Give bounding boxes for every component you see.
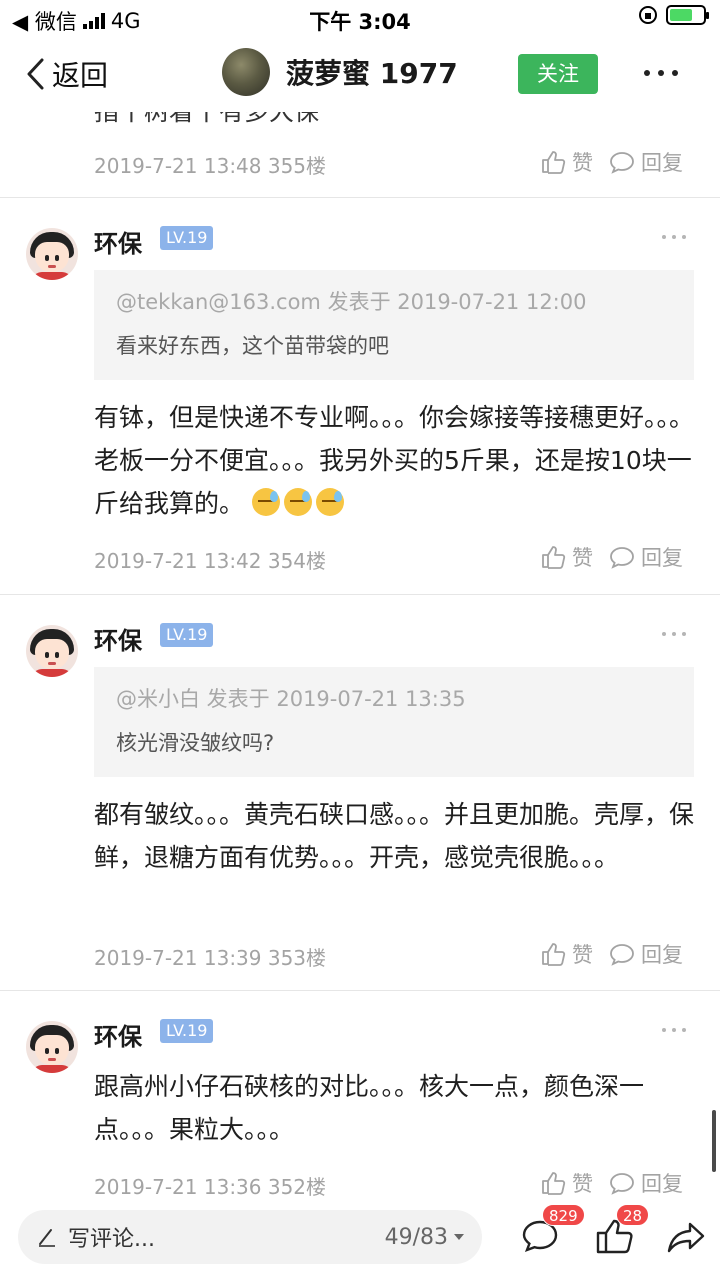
- username[interactable]: 环保: [94, 224, 142, 259]
- reply-feed[interactable]: 指干树着干有多大保 2019-7-21 13:48 355楼 赞 回复 环保 L…: [0, 112, 720, 1210]
- level-badge: LV.19: [160, 226, 214, 250]
- more-dots-icon[interactable]: [662, 632, 686, 638]
- reply-post: 2019-7-21 13:48 355楼 赞 回复: [0, 112, 720, 198]
- comment-count-badge: 829: [542, 1204, 585, 1226]
- post-meta: 2019-7-21 13:42 354楼: [94, 549, 327, 573]
- post-meta: 2019-7-21 13:48 355楼: [94, 154, 327, 178]
- author-header[interactable]: 菠萝蜜 1977: [222, 48, 458, 96]
- quoted-reply[interactable]: @米小白 发表于 2019-07-21 13:35 核光滑没皱纹吗?: [94, 667, 694, 777]
- post-text: 跟高州小仔石硖核的对比。。。核大一点，颜色深一点。。。果粒大。。。: [94, 1072, 645, 1144]
- reply-post: 环保 LV.19 跟高州小仔石硖核的对比。。。核大一点，颜色深一点。。。果粒大。…: [0, 991, 720, 1210]
- thumb-up-icon: [542, 546, 566, 569]
- comment-bubble-icon: [610, 547, 634, 569]
- reply-label: 回复: [641, 943, 683, 967]
- avatar[interactable]: [26, 228, 78, 280]
- quote-header: @米小白 发表于 2019-07-21 13:35: [116, 687, 466, 711]
- thumb-up-icon: [542, 1172, 566, 1195]
- status-bar: ◀ 微信 4G 下午 3:04: [0, 0, 720, 36]
- more-dots-icon[interactable]: [662, 235, 686, 241]
- quote-header: @tekkan@163.com 发表于 2019-07-21 12:00: [116, 290, 587, 314]
- more-dots-icon[interactable]: [644, 58, 678, 88]
- reply-button[interactable]: 回复: [609, 147, 683, 177]
- level-badge: LV.19: [160, 623, 214, 647]
- comment-input[interactable]: 写评论... 49/83: [18, 1210, 482, 1264]
- reply-button[interactable]: 回复: [609, 939, 683, 969]
- bottom-bar: 写评论... 49/83 829 28: [0, 1204, 720, 1280]
- comment-bubble-icon: [610, 944, 634, 966]
- thumb-up-icon: [542, 943, 566, 966]
- like-post-button[interactable]: 28: [594, 1204, 650, 1256]
- back-chevron-icon: [27, 58, 44, 90]
- post-content: 跟高州小仔石硖核的对比。。。核大一点，颜色深一点。。。果粒大。。。: [94, 1065, 694, 1151]
- level-badge: LV.19: [160, 1019, 214, 1043]
- post-actions: 赞 回复: [540, 1168, 683, 1198]
- reply-label: 回复: [641, 546, 683, 570]
- like-button[interactable]: 赞: [540, 147, 593, 177]
- username[interactable]: 环保: [94, 1017, 142, 1052]
- reply-button[interactable]: 回复: [609, 1168, 683, 1198]
- share-button[interactable]: [666, 1216, 706, 1256]
- like-button[interactable]: 赞: [540, 1168, 593, 1198]
- comments-button[interactable]: 829: [520, 1204, 585, 1256]
- back-button[interactable]: 返回: [24, 54, 108, 94]
- like-label: 赞: [572, 943, 593, 967]
- reply-label: 回复: [641, 1172, 683, 1196]
- sweat-emoji-icon: [251, 488, 280, 516]
- follow-button[interactable]: 关注: [518, 54, 598, 94]
- quote-body: 看来好东西，这个苗带袋的吧: [116, 334, 389, 358]
- sweat-emoji-icon: [315, 488, 344, 516]
- post-content: 都有皱纹。。。黄壳石硖口感。。。并且更加脆。壳厚，保鲜，退糖方面有优势。。。开壳…: [94, 793, 694, 879]
- post-text: 都有皱纹。。。黄壳石硖口感。。。并且更加脆。壳厚，保鲜，退糖方面有优势。。。开壳…: [94, 800, 695, 872]
- nav-bar: 返回 菠萝蜜 1977 关注: [0, 36, 720, 112]
- comment-placeholder: 写评论...: [68, 1227, 155, 1252]
- post-actions: 赞 回复: [540, 939, 683, 969]
- author-avatar[interactable]: [222, 48, 270, 96]
- author-name[interactable]: 菠萝蜜 1977: [286, 52, 458, 92]
- caret-down-icon: [454, 1234, 464, 1240]
- reply-post: 环保 LV.19 @tekkan@163.com 发表于 2019-07-21 …: [0, 198, 720, 595]
- like-button[interactable]: 赞: [540, 542, 593, 572]
- status-time: 下午 3:04: [309, 10, 411, 34]
- reply-post: 环保 LV.19 @米小白 发表于 2019-07-21 13:35 核光滑没皱…: [0, 595, 720, 991]
- avatar[interactable]: [26, 1021, 78, 1073]
- like-count-badge: 28: [616, 1204, 650, 1226]
- post-content: 有钵，但是快递不专业啊。。。你会嫁接等接穗更好。。。老板一分不便宜。。。我另外买…: [94, 396, 694, 525]
- post-meta: 2019-7-21 13:39 353楼: [94, 946, 327, 970]
- post-text: 有钵，但是快递不专业啊。。。你会嫁接等接穗更好。。。老板一分不便宜。。。我另外买…: [94, 403, 695, 518]
- page-indicator: 49/83: [384, 1224, 448, 1250]
- username[interactable]: 环保: [94, 621, 142, 656]
- back-label: 返回: [52, 59, 109, 92]
- post-actions: 赞 回复: [540, 147, 683, 177]
- avatar[interactable]: [26, 625, 78, 677]
- post-actions: 赞 回复: [540, 542, 683, 572]
- page-selector[interactable]: 49/83: [385, 1225, 464, 1250]
- orientation-lock-icon: [639, 6, 657, 24]
- like-label: 赞: [572, 546, 593, 570]
- status-right: [638, 5, 709, 25]
- comment-bubble-icon: [610, 1173, 634, 1195]
- reply-label: 回复: [641, 151, 683, 175]
- pencil-icon: [39, 1229, 55, 1247]
- like-label: 赞: [572, 151, 593, 175]
- post-meta: 2019-7-21 13:36 352楼: [94, 1175, 327, 1199]
- scrollbar[interactable]: [712, 1110, 716, 1172]
- more-dots-icon[interactable]: [662, 1028, 686, 1034]
- share-arrow-icon: [667, 1222, 705, 1253]
- comment-bubble-icon: [610, 152, 634, 174]
- quoted-reply[interactable]: @tekkan@163.com 发表于 2019-07-21 12:00 看来好…: [94, 270, 694, 380]
- like-label: 赞: [572, 1172, 593, 1196]
- sweat-emoji-icon: [283, 488, 312, 516]
- battery-icon: [666, 5, 709, 25]
- quote-body: 核光滑没皱纹吗?: [116, 731, 275, 755]
- thumb-up-icon: [542, 151, 566, 174]
- like-button[interactable]: 赞: [540, 939, 593, 969]
- reply-button[interactable]: 回复: [609, 542, 683, 572]
